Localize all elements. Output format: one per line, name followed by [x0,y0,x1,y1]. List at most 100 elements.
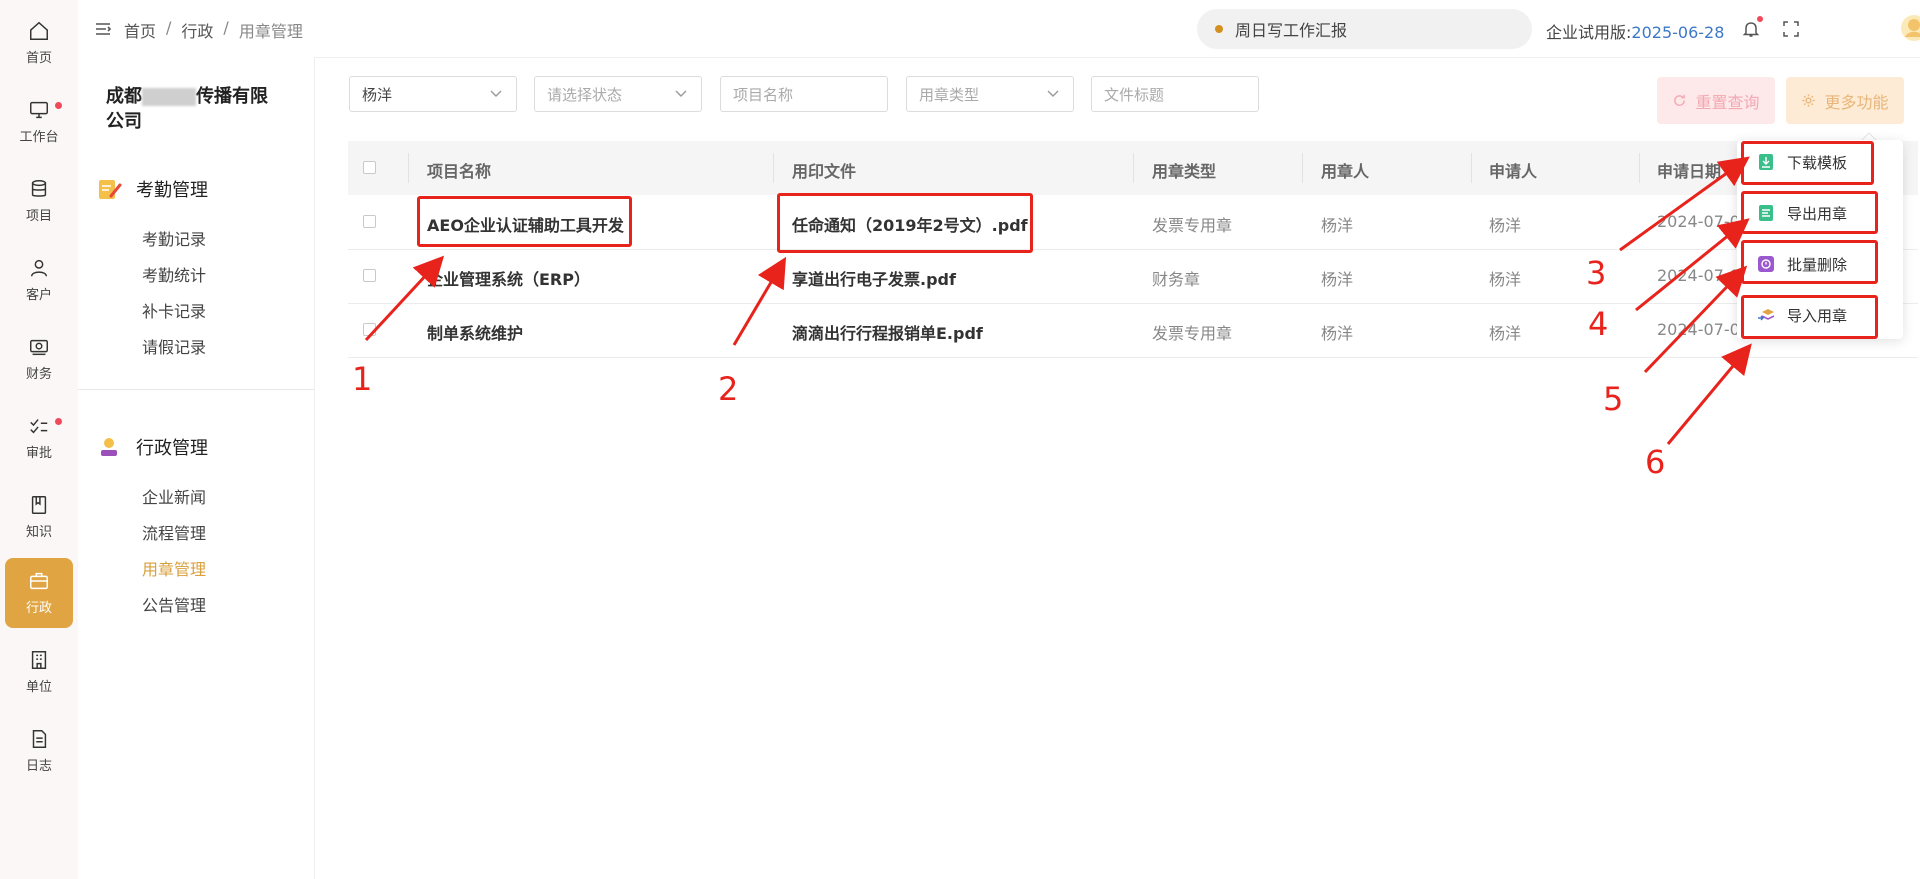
notice-dot-icon [1215,25,1223,33]
log-icon [32,730,47,748]
status-select-placeholder: 请选择状态 [547,85,623,104]
breadcrumb-current: 用章管理 [238,22,303,41]
annotation-number-2: 2 [718,370,739,408]
rail-item-unit[interactable]: 单位 [5,637,73,707]
batch-delete-icon [1758,256,1774,272]
rail-item-project[interactable]: 项目 [5,166,73,236]
row-checkbox[interactable] [363,269,376,282]
sidebar-item-announcement[interactable]: 公告管理 [142,592,206,616]
menu-item-label: 导出用章 [1787,204,1848,223]
seal-type-select[interactable]: 用章类型 [906,76,1074,112]
rail-label: 日志 [25,759,52,774]
cell-project[interactable]: AEO企业认证辅助工具开发 [427,212,624,236]
menu-item-import-seal[interactable]: 导入用章 [1751,298,1889,332]
sort-icon[interactable] [1725,167,1733,179]
breadcrumb-admin[interactable]: 行政 [181,18,213,42]
cell-applicant: 杨洋 [1489,216,1522,235]
cell-file[interactable]: 享道出行电子发票.pdf [792,266,956,290]
rail-item-customer[interactable]: 客户 [5,245,73,315]
rail-item-log[interactable]: 日志 [5,716,73,786]
sidebar-item-attendance-stats[interactable]: 考勤统计 [142,262,206,286]
reset-query-button[interactable]: 重置查询 [1657,77,1775,124]
admin-icon [101,438,117,456]
table-row[interactable]: AEO企业认证辅助工具开发 任命通知（2019年2号文）.pdf 发票专用章 杨… [348,195,1918,250]
notification-badge [55,102,62,109]
download-template-icon [1759,154,1773,170]
table-row[interactable]: 制单系统维护 滴滴出行行程报销单E.pdf 发票专用章 杨洋 杨洋 2024-0… [348,303,1918,358]
notice-text: 周日写工作汇报 [1235,21,1348,40]
main-content: 杨洋 请选择状态 项目名称 用章类型 文件标题 重置查询 更多功能 项目名称 用… [314,57,1920,879]
sidebar-item-process[interactable]: 流程管理 [142,520,206,544]
row-checkbox[interactable] [363,323,376,336]
notification-badge [55,418,62,425]
column-header-applicant: 申请人 [1489,162,1538,181]
home-icon [30,21,48,40]
menu-item-batch-delete[interactable]: 批量删除 [1751,247,1889,281]
doc-title-placeholder: 文件标题 [1104,85,1165,104]
project-name-input[interactable]: 项目名称 [720,76,888,112]
more-functions-button[interactable]: 更多功能 [1786,77,1904,124]
column-header-file: 用印文件 [792,162,857,181]
seal-type-placeholder: 用章类型 [919,85,980,104]
notice-pill[interactable]: 周日写工作汇报 [1197,9,1532,49]
sidebar-item-makeup-record[interactable]: 补卡记录 [142,298,206,322]
select-all-checkbox[interactable] [363,161,376,174]
rail-item-knowledge[interactable]: 知识 [5,482,73,552]
column-divider [773,153,774,183]
column-divider [1639,153,1640,183]
cell-project[interactable]: 企业管理系统（ERP） [427,266,590,290]
chevron-down-icon [490,90,502,97]
group-admin: 行政管理 [96,434,208,460]
redacted-text [142,88,196,106]
menu-item-export-seal[interactable]: 导出用章 [1751,196,1889,230]
rail-item-finance[interactable]: 财务 [5,324,73,394]
annotation-number-1: 1 [352,360,373,398]
sidebar-divider [78,389,314,390]
chevron-down-icon [1047,90,1059,97]
rail-label: 工作台 [19,130,59,145]
menu-toggle-icon[interactable] [94,20,112,38]
breadcrumb-separator: / [223,18,229,37]
breadcrumb-separator: / [166,18,172,37]
cell-file[interactable]: 任命通知（2019年2号文）.pdf [792,212,1028,236]
export-icon [1759,205,1773,221]
row-checkbox[interactable] [363,215,376,228]
sidebar-item-news[interactable]: 企业新闻 [142,484,206,508]
cell-seal-type: 财务章 [1152,270,1201,289]
fullscreen-icon[interactable] [1781,19,1801,39]
rail-item-workbench[interactable]: 工作台 [5,87,73,157]
sidebar-item-attendance-record[interactable]: 考勤记录 [142,226,206,250]
table-header: 项目名称 用印文件 用章类型 用章人 申请人 申请日期 [348,141,1918,195]
cell-project[interactable]: 制单系统维护 [427,320,523,344]
rail-item-admin[interactable]: 行政 [5,558,73,628]
company-name-part1: 成都 [106,86,142,107]
column-header-seal-type: 用章类型 [1152,162,1217,181]
menu-item-download-template[interactable]: 下载模板 [1751,145,1889,179]
reset-query-label: 重置查询 [1695,92,1760,112]
cell-file[interactable]: 滴滴出行行程报销单E.pdf [792,320,983,344]
doc-title-input[interactable]: 文件标题 [1091,76,1259,112]
menu-item-label: 导入用章 [1787,306,1848,325]
sidebar-item-seal-management[interactable]: 用章管理 [142,556,206,580]
trial-label: 企业试用版: [1546,23,1632,42]
monitor-icon [30,101,48,119]
group-attendance: 考勤管理 [96,176,208,202]
rail-label: 审批 [25,446,52,461]
rail-item-home[interactable]: 首页 [5,8,73,78]
gear-icon [1802,94,1816,107]
user-select[interactable]: 杨洋 [349,76,517,112]
project-name-placeholder: 项目名称 [733,85,794,104]
status-select[interactable]: 请选择状态 [534,76,702,112]
avatar[interactable] [1900,14,1920,42]
column-divider [408,153,409,183]
icon-rail: 首页 工作台 项目 客户 财务 审批 知识 行政 单位 日志 [0,0,79,879]
table-row[interactable]: 企业管理系统（ERP） 享道出行电子发票.pdf 财务章 杨洋 杨洋 2024-… [348,249,1918,304]
bell-icon[interactable] [1741,19,1761,39]
more-functions-dropdown: 下载模板 导出用章 批量删除 导入用章 [1737,140,1903,339]
rail-item-approval[interactable]: 审批 [5,403,73,473]
sidebar-item-leave-record[interactable]: 请假记录 [142,334,206,358]
column-header-date[interactable]: 申请日期 [1657,158,1733,182]
database-icon [31,180,47,197]
breadcrumb-home[interactable]: 首页 [124,18,156,42]
menu-item-label: 下载模板 [1787,153,1848,172]
